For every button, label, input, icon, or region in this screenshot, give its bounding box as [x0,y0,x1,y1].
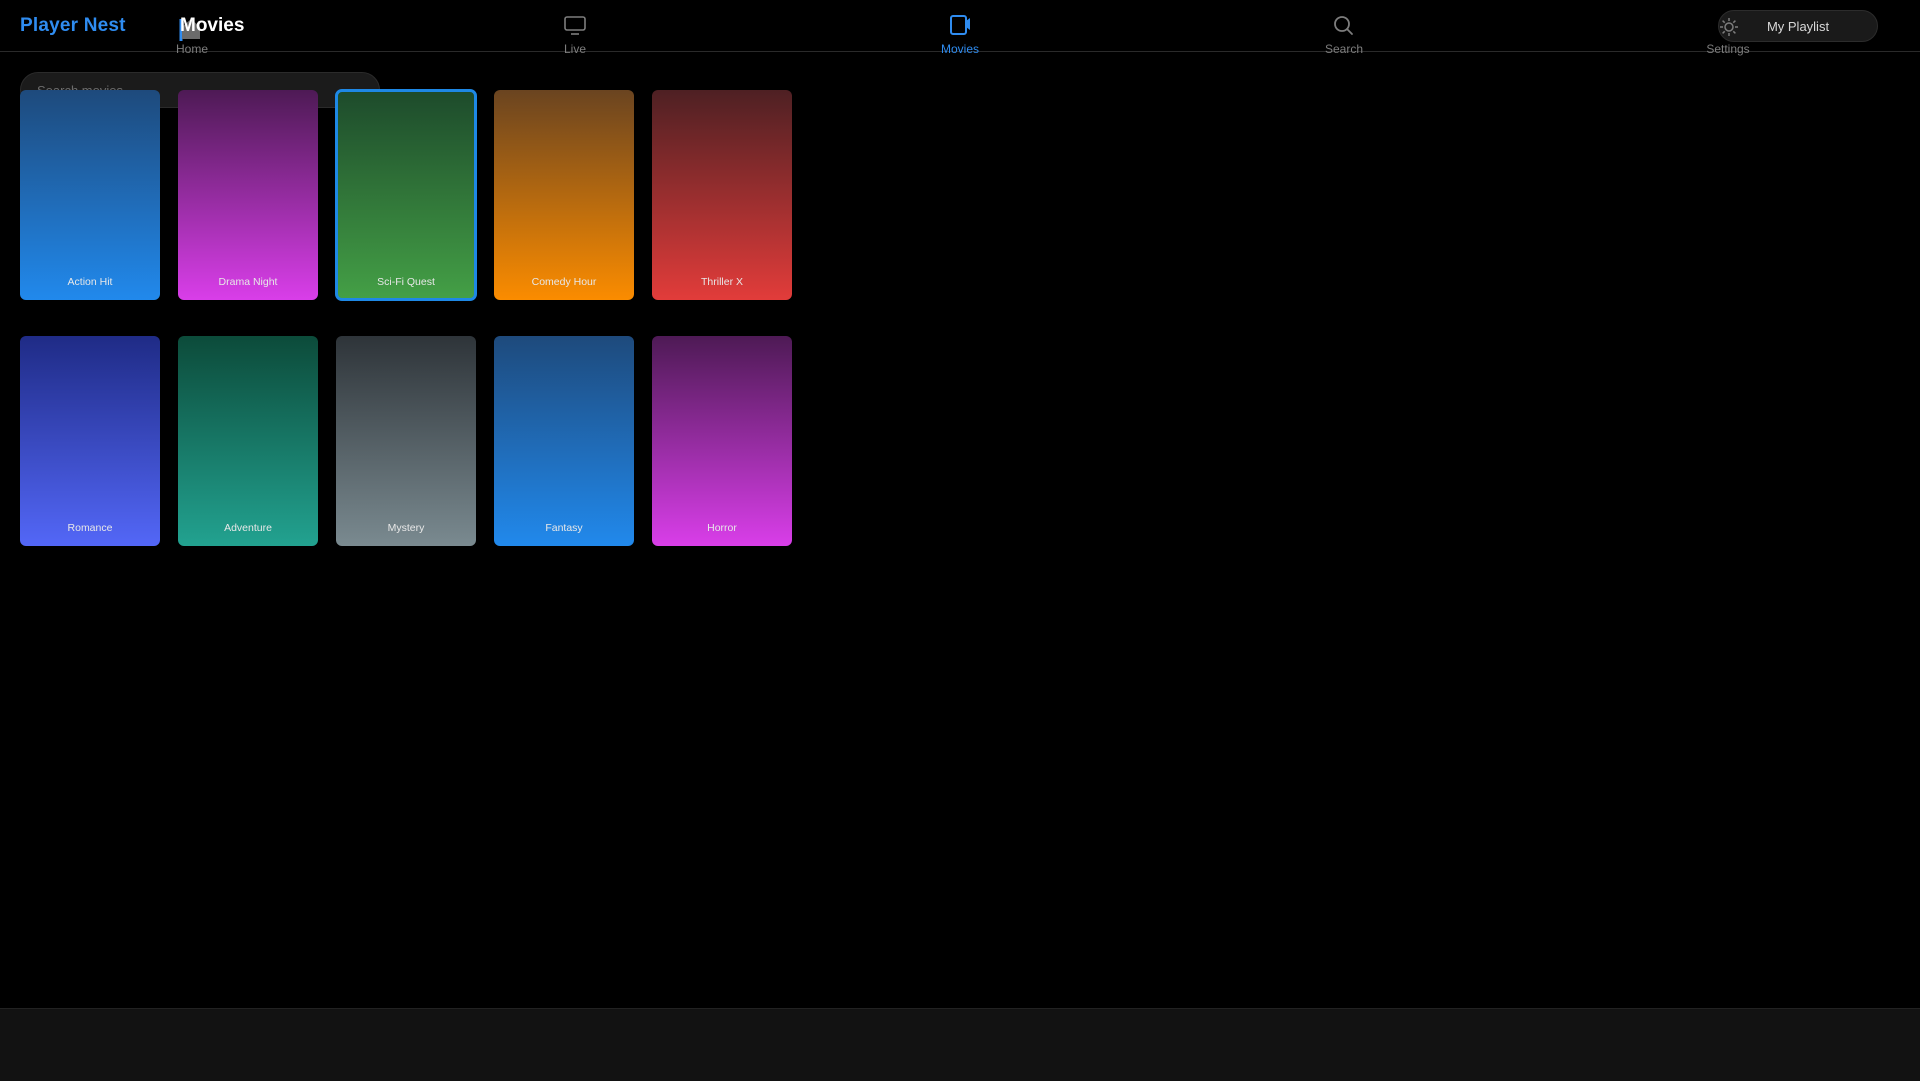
nav-home-label: Home [175,42,208,56]
movie-card[interactable]: Horror [652,336,792,546]
movie-title: Drama Night [218,276,278,288]
movie-card[interactable]: Comedy Hour [494,90,634,300]
top-navigation-bar: Player Nest Home Movies Live Movies Sear… [0,0,1920,56]
tv-icon [564,16,586,35]
movie-title: Romance [67,522,113,534]
nav-settings-label: Settings [1706,42,1750,56]
app-brand[interactable]: Player Nest [20,15,126,37]
movie-card[interactable]: Fantasy [494,336,634,546]
page-title: Movies [180,15,245,36]
nav-search[interactable]: Search [1274,12,1414,56]
movie-title: Mystery [387,522,425,534]
movie-card[interactable]: Sci-Fi Quest [335,89,477,301]
nav-settings[interactable]: Settings [1658,12,1798,56]
nav-live-label: Live [563,42,586,56]
movie-title: Thriller X [700,276,743,288]
movie-card[interactable]: Drama Night [178,90,318,300]
movie-card[interactable]: Action Hit [20,90,160,300]
movie-title: Action Hit [67,276,113,288]
gear-icon [1720,18,1738,36]
movie-card[interactable]: Mystery [336,336,476,546]
nav-movies[interactable]: Movies [890,12,1030,56]
movie-title: Fantasy [545,522,583,534]
movie-grid: Action Hit Drama Night Sci-Fi Quest Come… [20,89,792,546]
nav-search-label: Search [1324,42,1364,56]
search-icon [1334,16,1353,35]
movies-icon [950,15,970,35]
nav-live[interactable]: Live [505,12,645,56]
movie-title: Comedy Hour [531,276,597,288]
movie-card[interactable]: Romance [20,336,160,546]
movie-title: Adventure [224,522,272,534]
movie-title: Sci-Fi Quest [377,276,435,288]
nav-movies-label: Movies [940,42,979,56]
movie-title: Horror [707,522,737,534]
bottom-bar [0,1008,1920,1081]
movie-card[interactable]: Thriller X [652,90,792,300]
movie-card[interactable]: Adventure [178,336,318,546]
